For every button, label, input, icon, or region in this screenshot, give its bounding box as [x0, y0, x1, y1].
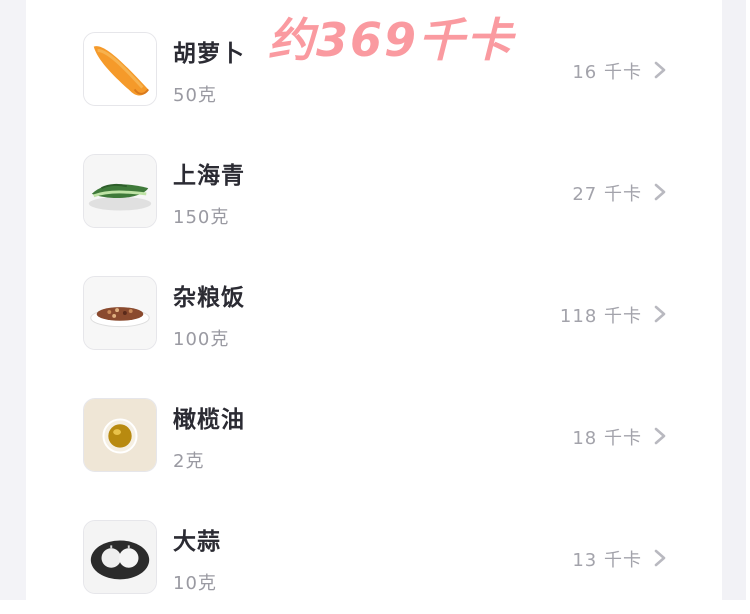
bok-choy-image: [83, 154, 157, 228]
food-amount: 2克: [173, 451, 205, 472]
food-list-screen: 胡萝卜 50克 16 千卡 上海青 150克 27 千卡 杂粮饭 100克 11…: [0, 0, 750, 600]
chevron-right-icon: [654, 549, 666, 567]
olive-oil-image: [83, 398, 157, 472]
food-amount: 100克: [173, 329, 230, 350]
food-name: 上海青: [173, 163, 245, 189]
food-row-mixed-grain-rice[interactable]: 杂粮饭 100克 118 千卡: [26, 248, 722, 370]
food-row-bok-choy[interactable]: 上海青 150克 27 千卡: [26, 126, 722, 248]
garlic-image: [83, 520, 157, 594]
right-gutter: [722, 0, 750, 600]
chevron-right-icon: [654, 183, 666, 201]
food-amount: 10克: [173, 573, 217, 594]
carrot-image: [83, 32, 157, 106]
food-calories: 18 千卡: [572, 428, 642, 449]
food-name: 橄榄油: [173, 407, 245, 433]
food-amount: 150克: [173, 207, 230, 228]
chevron-right-icon: [654, 61, 666, 79]
food-name: 胡萝卜: [173, 41, 245, 67]
food-name: 大蒜: [173, 529, 221, 555]
food-list: 胡萝卜 50克 16 千卡 上海青 150克 27 千卡 杂粮饭 100克 11…: [26, 0, 722, 600]
food-name: 杂粮饭: [173, 285, 245, 311]
food-row-olive-oil[interactable]: 橄榄油 2克 18 千卡: [26, 370, 722, 492]
food-calories: 13 千卡: [572, 550, 642, 571]
calorie-total-overlay: 约369千卡: [266, 12, 515, 69]
food-calories: 16 千卡: [572, 62, 642, 83]
food-amount: 50克: [173, 85, 217, 106]
food-calories: 118 千卡: [559, 306, 642, 327]
chevron-right-icon: [654, 427, 666, 445]
mixed-grain-rice-image: [83, 276, 157, 350]
food-calories: 27 千卡: [572, 184, 642, 205]
food-row-garlic[interactable]: 大蒜 10克 13 千卡: [26, 492, 722, 614]
left-gutter: [0, 0, 26, 600]
chevron-right-icon: [654, 305, 666, 323]
